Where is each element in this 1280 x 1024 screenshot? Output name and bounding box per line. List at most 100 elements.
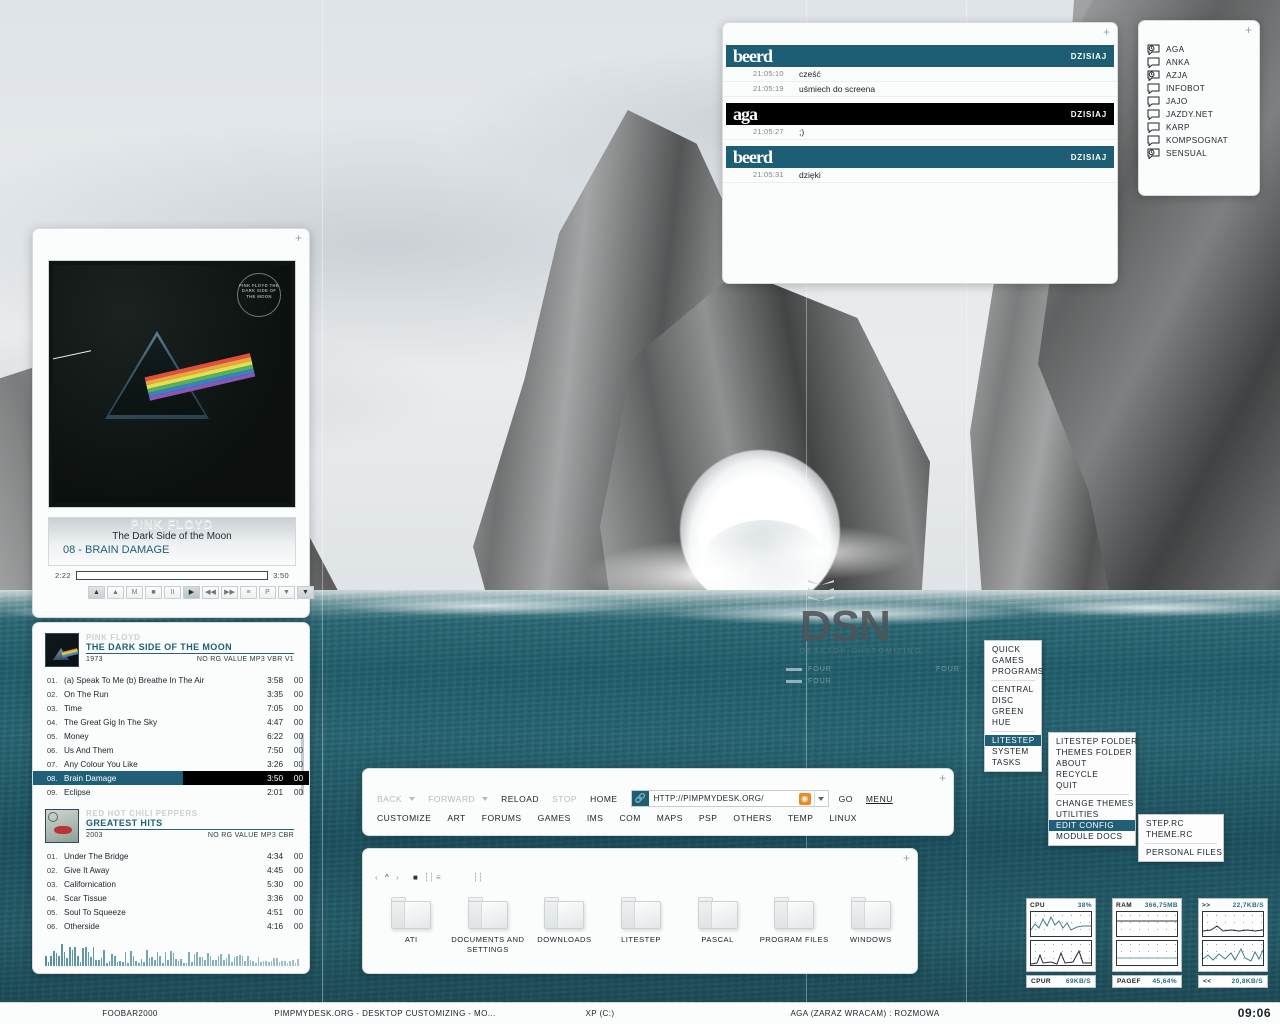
menu-item-edit-config[interactable]: EDIT CONFIG: [1049, 820, 1135, 831]
menu-item-personal-files[interactable]: PERSONAL FILES: [1139, 847, 1223, 858]
litestep-submenu[interactable]: LITESTEP FOLDERTHEMES FOLDERABOUTRECYCLE…: [1048, 732, 1136, 846]
url-bar[interactable]: 🔗 HTTP://PIMPMYDESK.ORG/ ◉: [631, 790, 829, 807]
table-row[interactable]: 04.The Great Gig In The Sky4:4700: [33, 715, 309, 729]
menu-item-quick[interactable]: QUICK: [985, 644, 1041, 655]
player-menu-icon[interactable]: +: [295, 232, 302, 244]
menu-item-central[interactable]: CENTRAL: [985, 684, 1041, 695]
playlist-body[interactable]: PINK FLOYDTHE DARK SIDE OF THE MOON1973N…: [33, 631, 309, 933]
folder-items[interactable]: ATIDOCUMENTS AND SETTINGSDOWNLOADSLITEST…: [373, 897, 909, 954]
menu-item-litestep-folder[interactable]: LITESTEP FOLDER: [1049, 736, 1135, 747]
browser-menu-icon[interactable]: +: [939, 772, 946, 784]
stop-button[interactable]: ■: [145, 586, 162, 599]
mute-button[interactable]: M: [126, 586, 143, 599]
previous-button[interactable]: ◀◀: [202, 586, 219, 599]
menu-item-quit[interactable]: QUIT: [1049, 780, 1135, 791]
chat-menu-icon[interactable]: +: [1103, 26, 1110, 38]
list-item[interactable]: SENSUAL: [1139, 147, 1259, 160]
bookmark-maps[interactable]: MAPS: [657, 813, 683, 823]
table-row[interactable]: 02.Give It Away4:4500: [33, 863, 309, 877]
down-button[interactable]: ▼: [278, 586, 295, 599]
menu-item-programs[interactable]: PROGRAMS: [985, 666, 1041, 677]
view-icons-icon[interactable]: ■: [413, 873, 418, 882]
close-button[interactable]: ▼: [297, 586, 314, 599]
seek-slider[interactable]: [76, 571, 268, 580]
list-item[interactable]: AZJA: [1139, 69, 1259, 82]
taskbar[interactable]: FOOBAR2000PIMPMYDESK.ORG - DESKTOP CUSTO…: [0, 1002, 1280, 1024]
url-input[interactable]: HTTP://PIMPMYDESK.ORG/: [649, 794, 799, 803]
nav-forward-icon[interactable]: ›: [396, 873, 399, 882]
taskbar-items[interactable]: FOOBAR2000PIMPMYDESK.ORG - DESKTOP CUSTO…: [0, 1009, 1280, 1018]
table-row[interactable]: 02.On The Run3:3500: [33, 687, 309, 701]
folder-item[interactable]: DOWNLOADS: [526, 897, 603, 954]
table-row[interactable]: 01.Under The Bridge4:3400: [33, 849, 309, 863]
taskbar-item[interactable]: FOOBAR2000: [0, 1009, 260, 1018]
menu-item-recycle[interactable]: RECYCLE: [1049, 769, 1135, 780]
transport-controls[interactable]: ▲▲M■II▶◀◀▶▶≡P▼▼: [88, 586, 314, 599]
back-button[interactable]: BACK: [377, 794, 402, 804]
rss-icon[interactable]: ◉: [799, 793, 811, 805]
menu-item-utilities[interactable]: UTILITIES: [1049, 809, 1135, 820]
edit-config-submenu[interactable]: STEP.RCTHEME.RC PERSONAL FILES: [1138, 814, 1224, 862]
seek-bar-row[interactable]: 2:22 3:50: [55, 569, 289, 582]
playlist-button[interactable]: P: [259, 586, 276, 599]
taskbar-item[interactable]: XP (C:): [510, 1009, 690, 1018]
open-button[interactable]: ▲: [88, 586, 105, 599]
bookmark-forums[interactable]: FORUMS: [482, 813, 522, 823]
table-row[interactable]: 07.Any Colour You Like3:2600: [33, 757, 309, 771]
menu-item-theme-rc[interactable]: THEME.RC: [1139, 829, 1223, 840]
bookmark-ims[interactable]: IMS: [587, 813, 604, 823]
bookmark-art[interactable]: ART: [447, 813, 465, 823]
list-item[interactable]: JAJO: [1139, 95, 1259, 108]
table-row[interactable]: 09.Eclipse2:0100: [33, 785, 309, 799]
table-row[interactable]: 01.(a) Speak To Me (b) Breathe In The Ai…: [33, 673, 309, 687]
table-row[interactable]: 06.Otherside4:1600: [33, 919, 309, 933]
folder-item[interactable]: PASCAL: [679, 897, 756, 954]
contact-list-window[interactable]: + AGAANKAAZJAINFOBOTJAJOJAZDY.NETKARPKOM…: [1138, 20, 1260, 196]
list-item[interactable]: JAZDY.NET: [1139, 108, 1259, 121]
list-item[interactable]: INFOBOT: [1139, 82, 1259, 95]
go-button[interactable]: GO: [839, 794, 853, 804]
next-button[interactable]: ▶▶: [221, 586, 238, 599]
menu-item-games[interactable]: GAMES: [985, 655, 1041, 666]
view-detail-icon[interactable]: ┆┆: [473, 873, 483, 882]
view-columns-icon[interactable]: ┆┆: [424, 873, 434, 882]
pause-button[interactable]: II: [164, 586, 181, 599]
bookmark-row[interactable]: CUSTOMIZEARTFORUMSGAMESIMSCOMMAPSPSPOTHE…: [377, 813, 873, 823]
reload-button[interactable]: RELOAD: [501, 794, 539, 804]
contacts-menu-icon[interactable]: +: [1245, 24, 1252, 36]
list-item[interactable]: KARP: [1139, 121, 1259, 134]
url-dropdown-chevron-down-icon[interactable]: [814, 791, 828, 806]
list-item[interactable]: KOMPSOGNAT: [1139, 134, 1259, 147]
folders-menu-icon[interactable]: +: [903, 852, 910, 864]
menu-item-system[interactable]: SYSTEM: [985, 746, 1041, 757]
forward-history-chevron-down-icon[interactable]: [482, 797, 488, 801]
table-row[interactable]: 06.Us And Them7:5000: [33, 743, 309, 757]
table-row[interactable]: 03.Time7:0500: [33, 701, 309, 715]
folder-item[interactable]: LITESTEP: [603, 897, 680, 954]
table-row[interactable]: 05.Money6:2200: [33, 729, 309, 743]
nav-back-icon[interactable]: ‹: [375, 873, 378, 882]
nav-up-icon[interactable]: ^: [385, 873, 389, 882]
menu-item-change-themes[interactable]: CHANGE THEMES: [1049, 798, 1135, 809]
up-button[interactable]: ▲: [107, 586, 124, 599]
browser-menu-button[interactable]: MENU: [866, 794, 893, 804]
menu-item-themes-folder[interactable]: THEMES FOLDER: [1049, 747, 1135, 758]
menu-item-module-docs[interactable]: MODULE DOCS: [1049, 831, 1135, 842]
shuffle-button[interactable]: ≡: [240, 586, 257, 599]
menu-item-litestep[interactable]: LITESTEP: [985, 735, 1041, 746]
bookmark-linux[interactable]: LINUX: [829, 813, 857, 823]
bookmark-others[interactable]: OTHERS: [733, 813, 771, 823]
folder-item[interactable]: DOCUMENTS AND SETTINGS: [450, 897, 527, 954]
play-button[interactable]: ▶: [183, 586, 200, 599]
menu-item-step-rc[interactable]: STEP.RC: [1139, 818, 1223, 829]
menu-item-about[interactable]: ABOUT: [1049, 758, 1135, 769]
browser-nav-row[interactable]: BACK FORWARD RELOAD STOP HOME 🔗 HTTP://P…: [377, 790, 943, 807]
table-row[interactable]: 04.Scar Tissue3:3600: [33, 891, 309, 905]
root-context-menu[interactable]: QUICKGAMESPROGRAMSCENTRALDISCGREENHUELIT…: [984, 640, 1042, 772]
taskbar-item[interactable]: PIMPMYDESK.ORG - DESKTOP CUSTOMIZING - M…: [260, 1009, 510, 1018]
folder-item[interactable]: PROGRAM FILES: [756, 897, 833, 954]
back-history-chevron-down-icon[interactable]: [409, 797, 415, 801]
table-row[interactable]: 05.Soul To Squeeze4:5100: [33, 905, 309, 919]
taskbar-item[interactable]: AGA (ZARAZ WRACAM) : ROZMOWA: [690, 1009, 1040, 1018]
contact-items[interactable]: AGAANKAAZJAINFOBOTJAJOJAZDY.NETKARPKOMPS…: [1139, 43, 1259, 160]
